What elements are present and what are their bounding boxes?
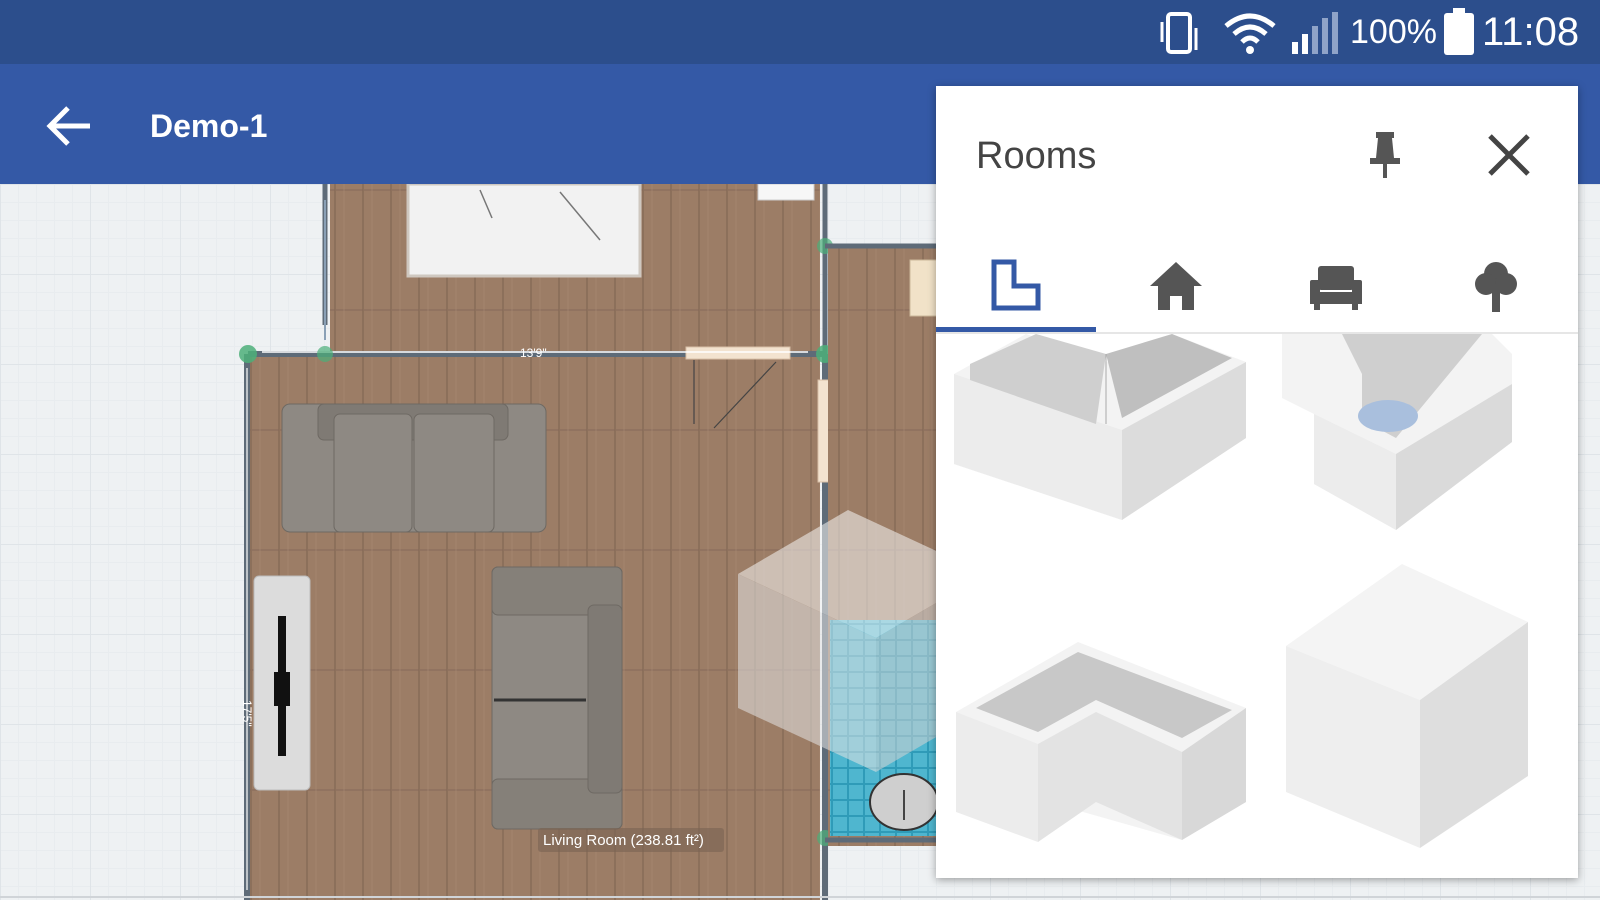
project-title: Demo-1 — [150, 108, 268, 144]
chaise-sofa[interactable] — [491, 566, 623, 830]
selected-tab-indicator — [936, 327, 1096, 332]
battery-percent: 100% — [1350, 13, 1437, 51]
battery-icon — [1444, 8, 1474, 55]
corner-room-tile[interactable] — [946, 612, 1246, 842]
house-icon — [1150, 262, 1202, 310]
status-bar: 100% 11:08 — [0, 0, 1600, 64]
bedroom-area[interactable] — [322, 184, 828, 354]
tab-furniture[interactable] — [1256, 236, 1416, 332]
l-shaped-room-tile[interactable] — [946, 334, 1246, 584]
top-wall-dimension: 13'9" — [520, 346, 547, 360]
category-tabs — [936, 236, 1578, 334]
tv-stand[interactable] — [253, 575, 311, 791]
cell-signal-icon — [1292, 12, 1338, 54]
wifi-icon — [1224, 13, 1276, 54]
tree-icon — [1475, 262, 1517, 312]
tab-outdoor[interactable] — [1416, 236, 1576, 332]
pin-icon[interactable] — [1356, 126, 1414, 184]
notched-room-tile[interactable] — [1282, 334, 1522, 584]
room-shape-icon — [991, 259, 1041, 311]
close-icon[interactable] — [1480, 126, 1538, 184]
clock: 11:08 — [1482, 10, 1580, 54]
solid-block-tile[interactable] — [1282, 564, 1532, 854]
vibrate-icon — [1160, 12, 1198, 54]
arrow-left-icon[interactable] — [40, 96, 100, 156]
panel-title: Rooms — [976, 135, 1097, 177]
rooms-grid — [936, 334, 1578, 878]
room-area-label: Living Room (238.81 ft²) — [543, 832, 704, 849]
sofa-icon — [1310, 266, 1362, 310]
left-wall-dimension: 17'5" — [240, 700, 254, 727]
tab-rooms[interactable] — [936, 236, 1096, 332]
sofa[interactable] — [281, 403, 547, 533]
rooms-panel: Rooms — [936, 86, 1578, 878]
tab-buildings[interactable] — [1096, 236, 1256, 332]
